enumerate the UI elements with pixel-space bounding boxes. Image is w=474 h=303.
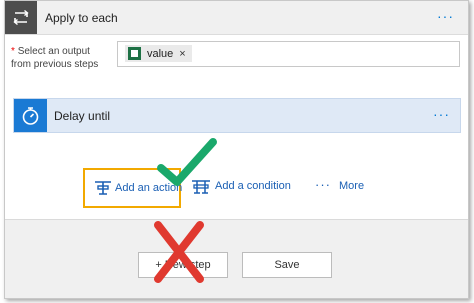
more-dots-icon: ··· <box>315 177 331 192</box>
flow-designer: Apply to each ··· * Select an output fro… <box>4 0 469 299</box>
red-cross-icon <box>154 221 204 283</box>
delay-until-card[interactable]: Delay until ··· <box>13 98 461 133</box>
stopwatch-icon <box>14 99 47 132</box>
add-condition-label: Add a condition <box>215 180 291 192</box>
apply-to-each-title: Apply to each <box>45 11 118 25</box>
more-options-button[interactable]: ··· More <box>315 176 375 196</box>
select-output-label-text: Select an output from previous steps <box>11 46 99 70</box>
excel-icon <box>128 47 141 60</box>
delay-until-title: Delay until <box>54 109 111 123</box>
select-output-label: * Select an output from previous steps <box>11 45 111 71</box>
save-button[interactable]: Save <box>242 252 332 278</box>
value-token[interactable]: value × <box>125 45 192 62</box>
add-action-icon <box>95 181 111 195</box>
more-label: More <box>339 180 365 192</box>
required-mark: * <box>11 46 15 57</box>
apply-to-each-header[interactable]: Apply to each ··· <box>5 1 468 35</box>
footer-bar: + New step Save <box>5 219 468 298</box>
apply-to-each-more-button[interactable]: ··· <box>437 8 454 24</box>
remove-token-icon[interactable]: × <box>179 48 185 60</box>
value-token-label: value <box>147 47 174 60</box>
delay-more-button[interactable]: ··· <box>433 106 450 122</box>
green-checkmark-icon <box>157 138 217 186</box>
select-output-input[interactable]: value × <box>117 41 460 67</box>
loop-icon <box>5 1 37 34</box>
